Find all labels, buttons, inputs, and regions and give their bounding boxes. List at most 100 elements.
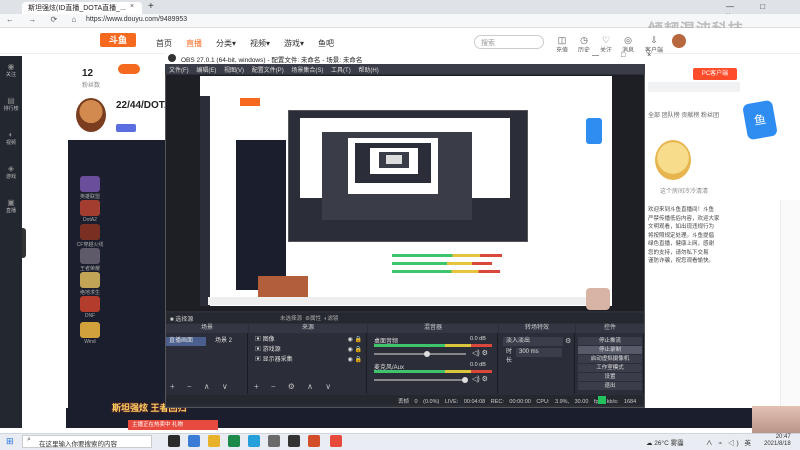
nav-games[interactable]: 游戏▾ [284, 38, 304, 49]
scenes-controls[interactable]: + − ∧ ∨ [170, 382, 233, 391]
settings-button[interactable]: 设置 [578, 373, 642, 381]
app-icon[interactable] [228, 435, 240, 447]
sidebar-item-label: 游戏 [5, 174, 16, 180]
task-view-icon[interactable] [168, 435, 180, 447]
game-tile[interactable] [80, 296, 100, 312]
scene-item[interactable]: 直播画面 [166, 337, 206, 346]
nav-category[interactable]: 分类▾ [216, 38, 236, 49]
sources-controls[interactable]: + − ⚙ ∧ ∨ [254, 382, 336, 391]
sidebar-item-rank[interactable]: ▤ 排行榜 [2, 96, 20, 112]
system-tray[interactable]: ∧ ⌁ ◁) 英 [706, 437, 753, 447]
obs-window-controls[interactable]: — □ × [592, 52, 661, 59]
clock-time: 20:47 [775, 434, 791, 440]
eye-icon[interactable]: ◉ 🔒 [348, 356, 362, 365]
volume-slider[interactable] [374, 379, 466, 381]
url-field[interactable]: https://www.douyu.com/9489953 [86, 16, 187, 23]
game-tile[interactable] [80, 200, 100, 216]
menu-profile[interactable]: 配置文件(P) [252, 68, 284, 74]
streamer-avatar[interactable] [76, 98, 106, 132]
game-tile[interactable] [80, 224, 100, 240]
site-logo[interactable]: 斗鱼 [100, 33, 136, 47]
source-item[interactable]: ▣ 游戏源 ◉ 🔒 [252, 346, 362, 355]
sidebar-collapse-handle[interactable] [22, 228, 26, 258]
edge-icon[interactable] [188, 435, 200, 447]
sidebar-item-follow[interactable]: ◉ 关注 [2, 62, 20, 78]
taskbar-search-input[interactable]: 在这里输入你要搜索的内容 [22, 435, 152, 448]
menu-scene-collection[interactable]: 场景集合(S) [291, 68, 323, 74]
filters-button[interactable]: 滤镜 [327, 316, 338, 322]
gift-banner[interactable]: 主播正在热卖中 礼物 [128, 420, 218, 430]
nav-live[interactable]: 直播 [186, 38, 202, 49]
pc-client-button[interactable]: PC客户端 [693, 68, 737, 80]
nav-home[interactable]: 首页 [156, 38, 172, 49]
properties-button[interactable]: 属性 [310, 316, 321, 322]
volume-slider[interactable] [374, 353, 466, 355]
game-tile[interactable] [80, 248, 100, 264]
studio-mode-button[interactable]: 工作室模式 [578, 364, 642, 372]
eye-icon[interactable]: ◉ 🔒 [348, 336, 362, 345]
scene-item[interactable]: 场景 2 [212, 337, 248, 346]
menu-view[interactable]: 视图(V) [224, 68, 244, 74]
menu-help[interactable]: 帮助(H) [358, 68, 378, 74]
volume-knob[interactable] [424, 351, 430, 357]
stop-recording-button[interactable]: 停止录制 [578, 346, 642, 354]
browser-nav-icons[interactable]: ← → ⟳ ⌂ [6, 15, 82, 24]
no-source-label: 未选择源 ⚙属性 ◐滤镜 [280, 316, 339, 322]
rank-tabs[interactable]: 全部 团队榜 贡献榜 粉丝团 [648, 110, 740, 119]
chat-line: 严禁传播低俗内容，欢迎大家 [648, 215, 720, 222]
transition-select[interactable]: 淡入淡出 [503, 337, 563, 346]
nav-yuba[interactable]: 鱼吧 [318, 38, 334, 49]
exit-button[interactable]: 退出 [578, 382, 642, 390]
menu-edit[interactable]: 编辑(E) [196, 68, 216, 74]
mic-icon[interactable]: ◁) ⚙ [472, 375, 488, 383]
app-icon[interactable] [248, 435, 260, 447]
preview-layer-meters [392, 250, 512, 280]
source-item[interactable]: ▣ 图像 ◉ 🔒 [252, 336, 362, 345]
menu-tools[interactable]: 工具(T) [331, 68, 351, 74]
mixer-track-db: 0.0 dB [470, 336, 486, 342]
preview-layer-streamer [258, 276, 308, 298]
volume-knob[interactable] [462, 377, 468, 383]
nav-video[interactable]: 视频▾ [250, 38, 270, 49]
sidebar-item-live[interactable]: ▣ 直播 [2, 198, 20, 214]
game-tile[interactable] [80, 176, 100, 192]
new-tab-button[interactable]: + [148, 1, 154, 12]
sidebar-item-games[interactable]: ◈ 游戏 [2, 164, 20, 180]
speaker-icon[interactable]: ◁) ⚙ [472, 349, 488, 357]
menu-file[interactable]: 文件(F) [169, 68, 189, 74]
folder-icon[interactable] [208, 435, 220, 447]
source-label: 图像 [262, 337, 275, 343]
app-icon[interactable] [330, 435, 342, 447]
app-icon[interactable] [268, 435, 280, 447]
browser-tab[interactable]: 斯坦强炫(ID直播_DOTA直播_... [22, 2, 142, 14]
game-tile[interactable] [80, 272, 100, 288]
game-label: 绝地求生 [79, 290, 100, 296]
scrollbar[interactable] [780, 200, 800, 428]
sidebar-item-video[interactable]: ◐ 视频 [2, 130, 20, 146]
fans-badge[interactable] [118, 64, 140, 74]
app-icon[interactable] [308, 435, 320, 447]
tab-close-icon[interactable]: × [130, 3, 134, 10]
weather-widget[interactable]: ☁ 26°C 雾霾 [646, 437, 684, 447]
clock[interactable]: 20:47 2021/8/18 [764, 434, 791, 448]
rank-icon: ▤ [7, 96, 15, 105]
notice-card [648, 82, 740, 92]
obs-menu-bar: 文件(F) 编辑(E) 视图(V) 配置文件(P) 场景集合(S) 工具(T) … [165, 64, 645, 74]
avatar[interactable] [672, 34, 686, 48]
chat-line: 将按照规定处理。斗鱼提倡 [648, 232, 715, 239]
gear-icon[interactable]: ⚙ [565, 337, 571, 345]
mascot-badge[interactable]: 鱼 [742, 99, 778, 141]
virtual-camera-button[interactable]: 启动虚拟摄像机 [578, 355, 642, 363]
duration-input[interactable]: 300 ms [516, 348, 562, 357]
eye-icon[interactable]: ◉ 🔒 [348, 346, 362, 355]
search-input[interactable]: 搜索 [474, 35, 544, 49]
windows-start-icon[interactable]: ⊞ [6, 436, 14, 447]
preview-layer-browserbar [208, 297, 608, 305]
stop-streaming-button[interactable]: 停止推流 [578, 337, 642, 345]
source-item[interactable]: ▣ 显示器采集 ◉ 🔒 [252, 356, 362, 365]
chat-line: 绿色直播，健康上网，感谢 [648, 241, 715, 247]
fans-count: 12 [82, 68, 94, 79]
game-tile[interactable] [80, 322, 100, 338]
audio-meter [374, 370, 492, 373]
obs-taskbar-icon[interactable] [288, 435, 300, 447]
